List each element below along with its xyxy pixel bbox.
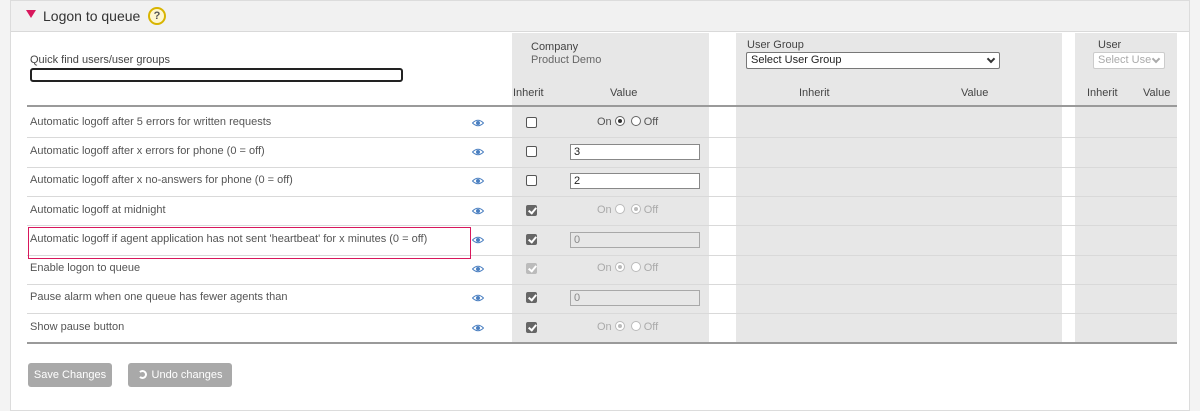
on-radio[interactable] (614, 262, 625, 273)
quick-find-input[interactable] (30, 68, 403, 82)
eye-icon[interactable] (472, 265, 484, 273)
footer-divider (27, 342, 1177, 344)
eye-icon[interactable] (472, 177, 484, 185)
company-inherit-header: Inherit (513, 87, 544, 99)
on-label: On (597, 262, 612, 275)
on-label: On (597, 203, 612, 216)
save-button[interactable]: Save Changes (28, 363, 112, 387)
inherit-checkbox[interactable] (526, 321, 537, 333)
inherit-checkbox[interactable] (526, 116, 537, 128)
help-icon[interactable]: ? (148, 7, 166, 25)
setting-label: Automatic logoff after x no-answers for … (30, 174, 293, 187)
collapse-caret-icon[interactable] (26, 10, 36, 18)
eye-icon[interactable] (472, 148, 484, 156)
on-off-radio-group[interactable]: On Off (597, 262, 658, 274)
header-divider (27, 105, 1177, 107)
inherit-checkbox[interactable] (526, 175, 537, 187)
user-title: User (1098, 39, 1122, 51)
on-radio[interactable] (614, 320, 625, 331)
highlight-box (28, 227, 471, 259)
on-radio[interactable] (614, 115, 625, 126)
logon-to-queue-panel: Logon to queue ? Quick find users/user g… (10, 0, 1190, 411)
setting-label: Show pause button (30, 320, 125, 333)
inherit-checkbox[interactable] (526, 233, 537, 245)
chevron-down-icon (986, 54, 996, 64)
row-divider (27, 166, 1177, 168)
chevron-down-icon (1151, 54, 1161, 64)
user-inherit-header: Inherit (1087, 87, 1118, 99)
undo-label: Undo changes (151, 369, 223, 381)
user-group-column-bg (736, 33, 1062, 343)
row-divider (27, 313, 1177, 315)
off-radio[interactable] (630, 320, 641, 331)
user-group-select-value: Select User Group (751, 54, 842, 66)
undo-button[interactable]: Undo changes (128, 363, 232, 387)
section-title: Logon to queue (43, 8, 141, 24)
off-radio[interactable] (630, 262, 641, 273)
setting-label: Automatic logoff after 5 errors for writ… (30, 115, 272, 128)
off-label: Off (643, 115, 659, 128)
inherit-checkbox[interactable] (526, 145, 537, 157)
inherit-checkbox[interactable] (526, 263, 537, 275)
number-input[interactable]: 0 (570, 290, 700, 307)
eye-icon[interactable] (472, 236, 484, 244)
off-label: Off (643, 203, 659, 216)
eye-icon[interactable] (472, 207, 484, 215)
user-group-select[interactable]: Select User Group (746, 52, 1000, 69)
setting-label: Pause alarm when one queue has fewer age… (30, 291, 288, 304)
number-input[interactable]: 2 (570, 173, 700, 190)
row-divider (27, 195, 1177, 197)
inherit-checkbox[interactable] (526, 204, 537, 216)
company-title: Company (531, 41, 579, 53)
number-input[interactable]: 0 (570, 231, 700, 248)
on-off-radio-group[interactable]: On Off (597, 320, 659, 333)
off-radio[interactable] (630, 115, 641, 126)
undo-icon (137, 370, 147, 379)
setting-label: Automatic logoff after x errors for phon… (30, 144, 265, 157)
section-header[interactable]: Logon to queue ? (11, 1, 1189, 32)
off-label: Off (643, 320, 659, 333)
on-label: On (597, 320, 612, 333)
off-radio[interactable] (630, 203, 641, 214)
inherit-checkbox[interactable] (526, 292, 537, 304)
on-radio[interactable] (614, 203, 625, 214)
row-divider (27, 137, 1177, 139)
company-value-header: Value (610, 87, 638, 99)
user-select[interactable]: Select Use (1093, 52, 1165, 69)
eye-icon[interactable] (472, 119, 484, 127)
quick-find-label: Quick find users/user groups (30, 54, 171, 66)
setting-label: Automatic logoff at midnight (30, 203, 166, 216)
user-select-value: Select Use (1098, 54, 1152, 66)
eye-icon[interactable] (472, 324, 484, 332)
on-label: On (597, 115, 612, 128)
user-group-value-header: Value (961, 87, 989, 99)
user-value-header: Value (1143, 87, 1171, 99)
row-divider (27, 283, 1177, 285)
user-group-inherit-header: Inherit (799, 87, 830, 99)
off-label: Off (643, 262, 659, 275)
setting-label: Enable logon to queue (30, 262, 141, 275)
eye-icon[interactable] (472, 294, 484, 302)
user-column-bg (1075, 33, 1177, 343)
number-input[interactable]: 3 (570, 143, 700, 160)
on-off-radio-group[interactable]: On Off (597, 203, 659, 216)
company-name: Product Demo (531, 54, 602, 66)
user-group-title: User Group (747, 39, 804, 51)
on-off-radio-group[interactable]: On Off (597, 115, 659, 128)
